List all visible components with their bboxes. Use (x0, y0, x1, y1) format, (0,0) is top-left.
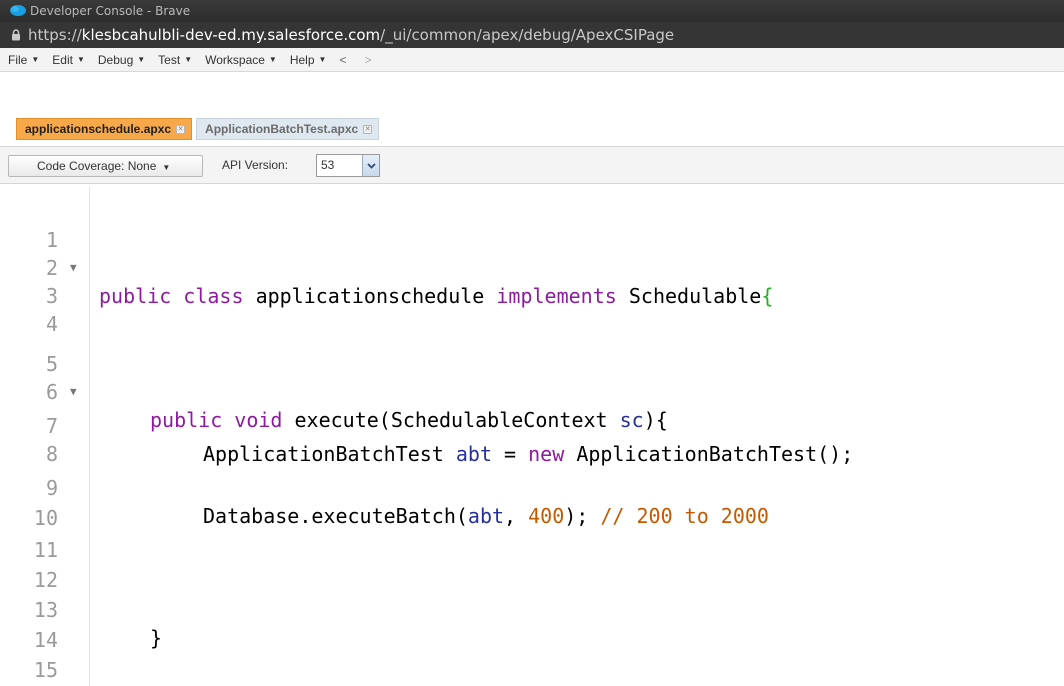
caret-down-icon: ▼ (162, 163, 171, 172)
tab-applicationschedule[interactable]: applicationschedule.apxc ✕ (16, 118, 193, 140)
code-line: 12 (0, 538, 1064, 592)
caret-down-icon: ▼ (318, 55, 327, 64)
window-titlebar: Developer Console - Brave (0, 0, 1064, 22)
menu-bar: File ▼ Edit ▼ Debug ▼ Test ▼ Workspace ▼ Help… (0, 48, 1064, 72)
code-line: 8 (0, 412, 1064, 466)
chevron-down-icon[interactable] (362, 155, 379, 176)
code-line: 4 (0, 282, 1064, 336)
code-line: 2 (0, 226, 1064, 280)
code-line: 3 (0, 254, 1064, 308)
menu-workspace[interactable]: Workspace ▼ (205, 53, 277, 67)
code-line: 9 Database.executeBatch(abt, 400); // 20… (0, 446, 1064, 528)
menu-debug[interactable]: Debug ▼ (98, 53, 145, 67)
tab-label: ApplicationBatchTest.apxc (205, 122, 359, 136)
brave-logo-icon (10, 5, 26, 16)
code-coverage-label: Code Coverage: None (37, 159, 157, 173)
editor-tabs: applicationschedule.apxc ✕ ApplicationBa… (16, 118, 383, 140)
api-version-select[interactable]: 53 (316, 154, 380, 177)
editor-toolbar: Code Coverage: None ▼ API Version: 53 (0, 146, 1064, 184)
tab-applicationbatchtest[interactable]: ApplicationBatchTest.apxc ✕ (196, 118, 380, 140)
code-line: 1 ▼ public class applicationschedule imp… (0, 198, 1064, 308)
menu-edit-label: Edit (52, 52, 73, 67)
close-icon[interactable]: ✕ (363, 124, 373, 134)
api-version-label: API Version: (222, 158, 289, 172)
caret-down-icon: ▼ (184, 55, 193, 64)
menu-debug-label: Debug (97, 52, 134, 67)
url-scheme: https:// (28, 26, 82, 44)
code-line: 6 (0, 350, 1064, 404)
code-line: 15 } (0, 628, 1064, 682)
window-title: Developer Console - Brave (30, 4, 191, 18)
url-path: /_ui/common/apex/debug/ApexCSIPage (380, 26, 675, 44)
menu-test[interactable]: Test ▼ (158, 53, 192, 67)
caret-down-icon: ▼ (76, 55, 85, 64)
tab-label: applicationschedule.apxc (25, 122, 172, 136)
code-line: 7 ApplicationBatchTest abt = new Applica… (0, 384, 1064, 466)
menu-help-label: Help (289, 52, 315, 67)
menu-file[interactable]: File ▼ (8, 53, 39, 67)
caret-down-icon: ▼ (31, 55, 40, 64)
close-icon[interactable]: ✕ (176, 124, 186, 134)
lock-icon (12, 29, 20, 41)
url-host: klesbcahulbli-dev-ed.my.salesforce.com (81, 26, 381, 44)
code-line: 14 (0, 598, 1064, 652)
line-number: 15 (33, 658, 58, 682)
code-line: 5 ▼ public void execute(SchedulableConte… (0, 322, 1064, 432)
code-line: 11 (0, 508, 1064, 562)
code-line: 10 (0, 476, 1064, 530)
nav-forward-button[interactable]: > (364, 53, 371, 67)
code-editor[interactable]: 1 ▼ public class applicationschedule imp… (0, 186, 1064, 686)
api-version-value: 53 (321, 158, 335, 172)
caret-down-icon: ▼ (137, 55, 146, 64)
code-coverage-dropdown[interactable]: Code Coverage: None ▼ (8, 155, 203, 177)
address-bar[interactable]: https://klesbcahulbli-dev-ed.my.salesfor… (0, 22, 1064, 48)
code-line: 13 } (0, 568, 1064, 650)
menu-help[interactable]: Help ▼ (290, 53, 327, 67)
caret-down-icon: ▼ (268, 55, 277, 64)
menu-workspace-label: Workspace (205, 52, 265, 67)
menu-file-label: File (8, 52, 28, 67)
menu-edit[interactable]: Edit ▼ (52, 53, 85, 67)
nav-back-button[interactable]: < (339, 53, 346, 67)
menu-test-label: Test (158, 52, 181, 67)
